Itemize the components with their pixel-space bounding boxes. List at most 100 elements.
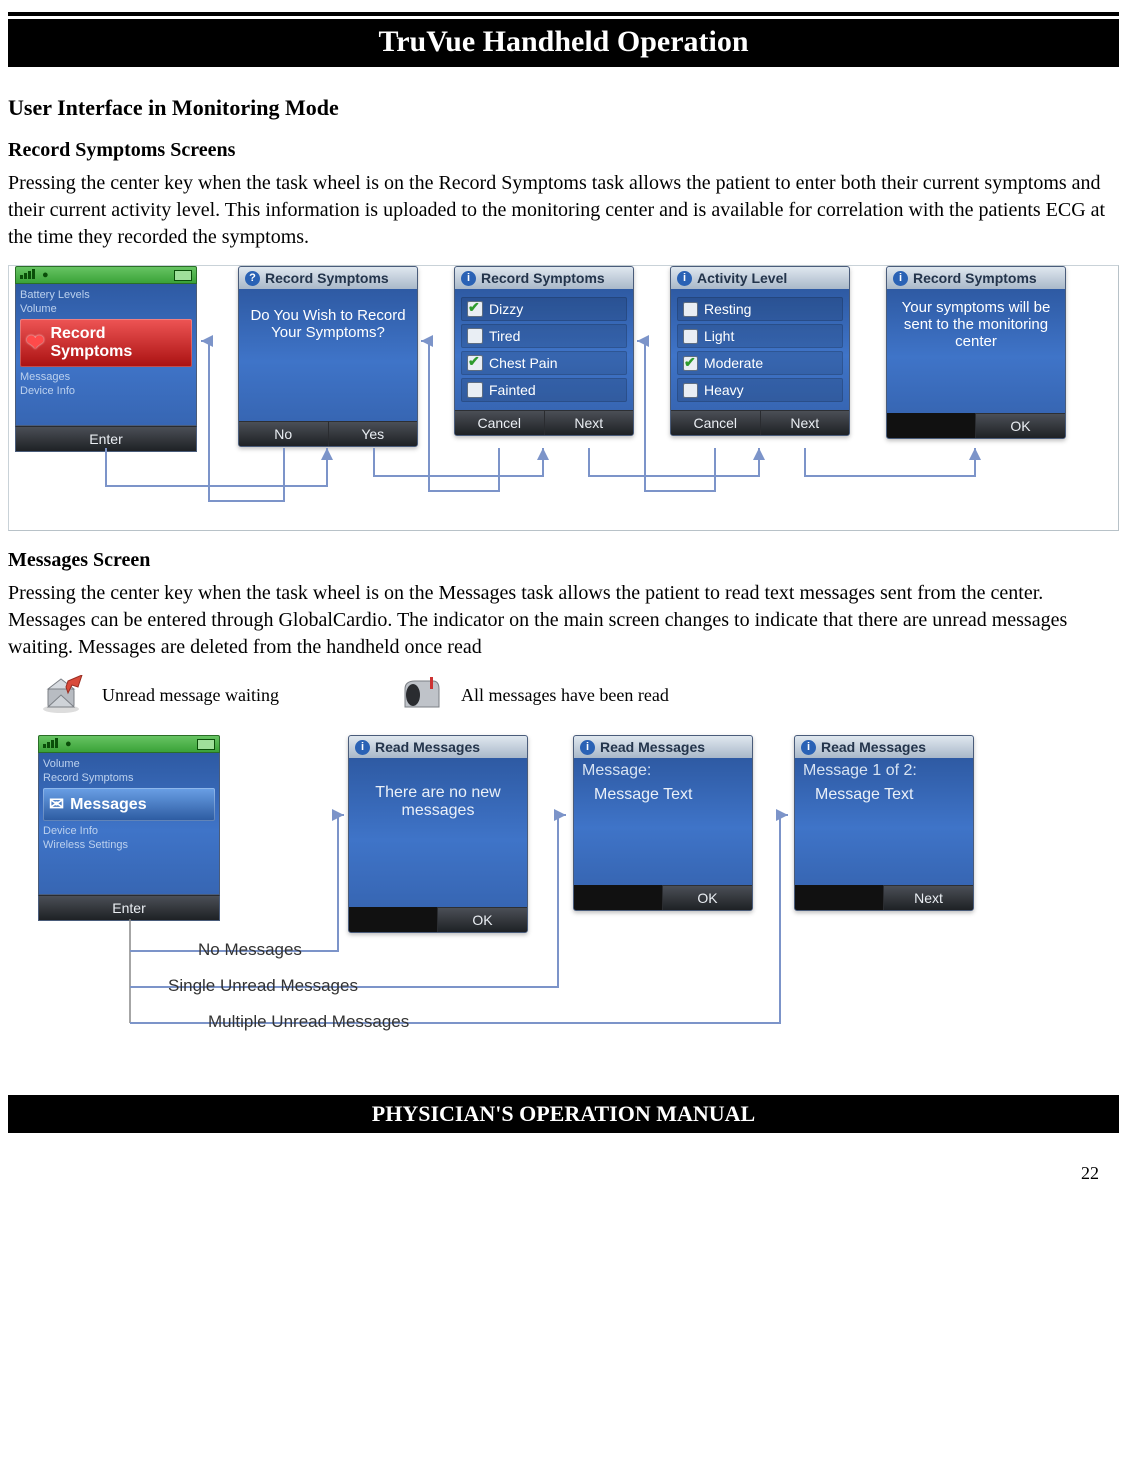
ok-button[interactable]: OK xyxy=(975,413,1065,438)
cancel-button[interactable]: Cancel xyxy=(671,410,760,435)
wheel-item: Device Info xyxy=(43,824,215,838)
wheel-item: Volume xyxy=(43,757,215,771)
next-button[interactable]: Next xyxy=(760,410,850,435)
multi-message-screen: iRead Messages Message 1 of 2: Message T… xyxy=(794,735,974,911)
top-rule xyxy=(8,12,1119,16)
activity-row[interactable]: Heavy xyxy=(677,378,843,402)
symptoms-title: Record Symptoms xyxy=(481,270,605,286)
activity-row[interactable]: Light xyxy=(677,324,843,348)
wheel-item: Device Info xyxy=(20,384,192,398)
info-icon: i xyxy=(893,271,908,286)
activity-label: Resting xyxy=(704,301,751,317)
message-icon-legend: Unread message waiting All messages have… xyxy=(38,675,1119,715)
legend-read-label: All messages have been read xyxy=(461,685,669,706)
ok-button[interactable]: OK xyxy=(437,907,527,932)
flow-label-no-messages: No Messages xyxy=(198,940,302,960)
mailbox-icon xyxy=(399,677,443,713)
flow-label-multi: Multiple Unread Messages xyxy=(208,1012,409,1032)
activity-row[interactable]: Moderate xyxy=(677,351,843,375)
cancel-button[interactable]: Cancel xyxy=(455,410,544,435)
sent-body: Your symptoms will be sent to the monito… xyxy=(887,289,1065,413)
footer-title: PHYSICIAN'S OPERATION MANUAL xyxy=(8,1095,1119,1133)
message-header: Message 1 of 2: xyxy=(803,762,965,780)
checkbox-icon[interactable] xyxy=(467,355,483,371)
section-heading: User Interface in Monitoring Mode xyxy=(8,95,1119,121)
wheel-item: Record Symptoms xyxy=(43,771,215,785)
info-icon: i xyxy=(677,271,692,286)
info-icon: i xyxy=(461,271,476,286)
wheel-item: Battery Levels xyxy=(20,288,192,302)
heart-icon: ❤ xyxy=(26,330,44,356)
ok-button[interactable]: OK xyxy=(662,885,752,910)
wheel-item: Wireless Settings xyxy=(43,838,215,852)
checkbox-icon[interactable] xyxy=(683,383,698,398)
no-button[interactable]: No xyxy=(239,421,328,446)
checkbox-icon[interactable] xyxy=(467,328,483,344)
message-header: Message: xyxy=(582,762,744,780)
legend-unread-label: Unread message waiting xyxy=(102,685,279,706)
messages-body: Pressing the center key when the task wh… xyxy=(8,580,1119,661)
single-message-title: Read Messages xyxy=(600,739,705,755)
symptoms-screen: iRecord Symptoms Dizzy Tired Chest Pain … xyxy=(454,266,634,436)
messages-task-wheel: ● Volume Record Symptoms ✉ Messages Devi… xyxy=(38,735,220,921)
symptom-label: Chest Pain xyxy=(489,355,557,371)
signal-icon xyxy=(20,266,36,284)
wheel-selected[interactable]: ✉ Messages xyxy=(43,788,215,821)
confirm-title: Record Symptoms xyxy=(265,270,389,286)
activity-label: Moderate xyxy=(704,355,763,371)
symptom-label: Fainted xyxy=(489,382,536,398)
antenna-icon: ● xyxy=(65,738,72,750)
activity-row[interactable]: Resting xyxy=(677,297,843,321)
activity-screen: iActivity Level Resting Light Moderate H… xyxy=(670,266,850,436)
sent-title: Record Symptoms xyxy=(913,270,1037,286)
help-icon: ? xyxy=(245,271,260,286)
symptom-row[interactable]: Dizzy xyxy=(461,297,627,321)
checkbox-icon[interactable] xyxy=(467,301,483,317)
info-icon: i xyxy=(580,740,595,755)
checkbox-icon[interactable] xyxy=(467,382,483,398)
symptom-row[interactable]: Tired xyxy=(461,324,627,348)
antenna-icon: ● xyxy=(42,269,49,281)
mail-open-icon xyxy=(38,675,84,715)
no-messages-body: There are no new messages xyxy=(349,758,527,907)
messages-heading: Messages Screen xyxy=(8,549,1119,572)
next-button[interactable]: Next xyxy=(544,410,634,435)
symptom-row[interactable]: Chest Pain xyxy=(461,351,627,375)
yes-button[interactable]: Yes xyxy=(328,421,418,446)
messages-flow: ● Volume Record Symptoms ✉ Messages Devi… xyxy=(38,735,1119,1075)
record-symptoms-heading: Record Symptoms Screens xyxy=(8,139,1119,162)
activity-label: Heavy xyxy=(704,382,744,398)
wheel-selected[interactable]: ❤ Record Symptoms xyxy=(20,319,192,367)
activity-label: Light xyxy=(704,328,734,344)
no-messages-screen: iRead Messages There are no new messages… xyxy=(348,735,528,933)
mail-icon: ✉ xyxy=(49,794,64,815)
info-icon: i xyxy=(801,740,816,755)
wheel-item: Messages xyxy=(20,370,192,384)
status-bar: ● xyxy=(38,735,220,753)
symptom-label: Dizzy xyxy=(489,301,523,317)
wheel-item: Volume xyxy=(20,302,192,316)
battery-icon xyxy=(174,270,192,281)
confirm-body: Do You Wish to Record Your Symptoms? xyxy=(239,289,417,421)
confirm-screen: ? Record Symptoms Do You Wish to Record Y… xyxy=(238,266,418,447)
softkey-enter[interactable]: Enter xyxy=(38,895,220,921)
signal-icon xyxy=(43,735,59,753)
symptom-row[interactable]: Fainted xyxy=(461,378,627,402)
page-number: 22 xyxy=(8,1133,1119,1194)
softkey-enter[interactable]: Enter xyxy=(15,426,197,452)
status-bar: ● xyxy=(15,266,197,284)
checkbox-icon[interactable] xyxy=(683,329,698,344)
checkbox-icon[interactable] xyxy=(683,302,698,317)
wheel-selected-label: Record Symptoms xyxy=(50,325,186,361)
flow-label-single: Single Unread Messages xyxy=(168,976,358,996)
message-text: Message Text xyxy=(582,780,744,804)
single-message-screen: i Read Messages Message: Message Text OK xyxy=(573,735,753,911)
record-symptoms-body: Pressing the center key when the task wh… xyxy=(8,170,1119,251)
message-text: Message Text xyxy=(803,780,965,804)
checkbox-icon[interactable] xyxy=(683,356,698,371)
next-button[interactable]: Next xyxy=(883,885,973,910)
wheel-selected-label: Messages xyxy=(70,796,147,814)
task-wheel-screen: ● Battery Levels Volume ❤ Record Symptom… xyxy=(15,266,197,452)
info-icon: i xyxy=(355,740,370,755)
battery-icon xyxy=(197,739,215,750)
